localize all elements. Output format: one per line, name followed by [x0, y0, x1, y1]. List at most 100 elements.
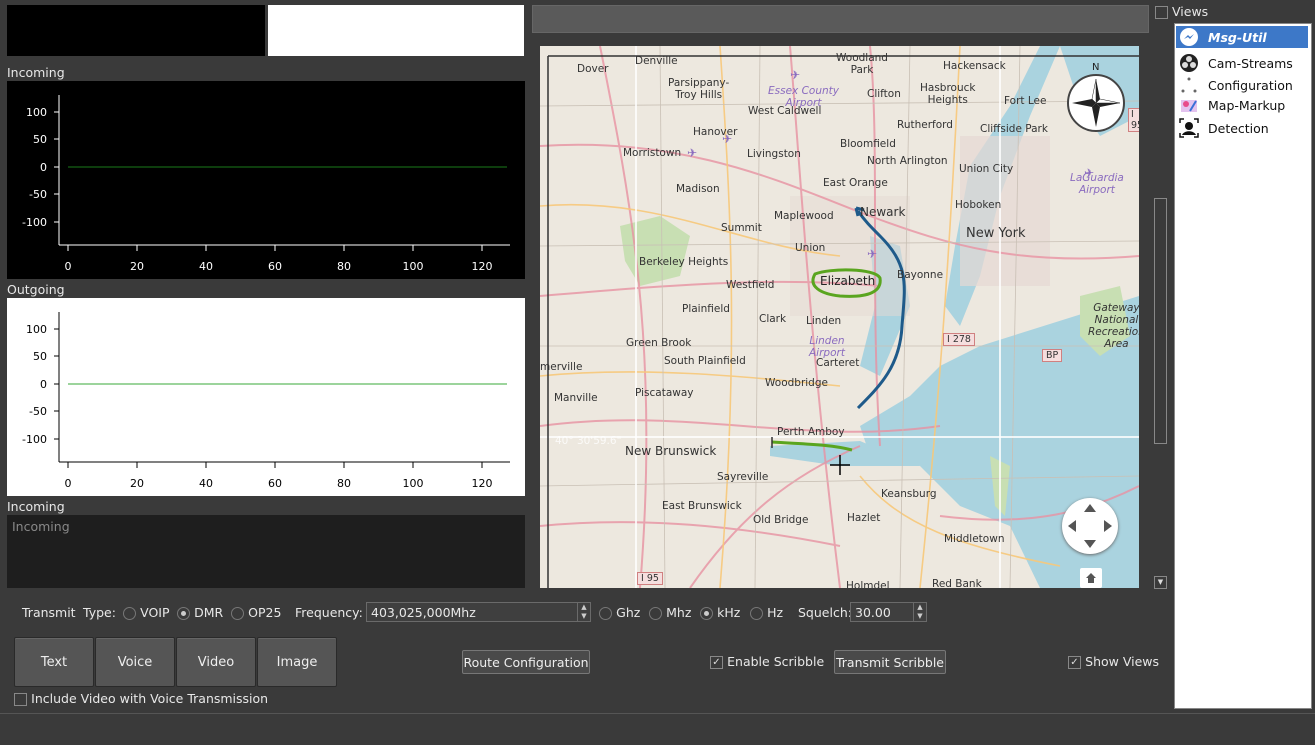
unit-hz-radio[interactable]: Hz	[750, 605, 783, 621]
map-view[interactable]: Denville Dover Parsippany- Troy Hills Es…	[540, 46, 1139, 588]
place-label: Woodbridge	[765, 377, 828, 389]
x-tick: 0	[65, 477, 72, 490]
incoming-x-ticks: 0 20 40 60 80 100 120	[65, 260, 493, 273]
unit-ghz-radio[interactable]: Ghz	[599, 605, 640, 621]
type-voip-label: VOIP	[140, 605, 170, 620]
views-item-cam-streams[interactable]: Cam-Streams	[1176, 52, 1308, 74]
place-label: West Caldwell	[748, 105, 822, 117]
place-label: Union City	[959, 163, 1014, 175]
spin-arrows-icon[interactable]: ▲ ▼	[913, 603, 926, 621]
place-label: Westfield	[726, 279, 775, 291]
airport-icon: ✈	[687, 146, 698, 160]
home-button[interactable]	[1080, 568, 1102, 588]
outgoing-y-ticks: 100 50 0 -50 -100	[22, 323, 47, 446]
place-label: Maplewood	[774, 210, 834, 222]
type-dmr-radio[interactable]: DMR	[177, 605, 223, 621]
dots-icon	[1178, 74, 1200, 96]
place-label: Middletown	[944, 533, 1005, 545]
unit-khz-radio[interactable]: kHz	[700, 605, 740, 621]
views-item-msg-util[interactable]: Msg-Util	[1176, 26, 1308, 48]
transmit-scribble-button[interactable]: Transmit Scribble	[834, 650, 946, 674]
pan-arrows-icon	[1068, 504, 1112, 548]
scroll-down-button[interactable]: ▼	[1154, 576, 1167, 589]
x-tick: 80	[337, 477, 351, 490]
top-black-panel	[7, 5, 265, 56]
airport-icon: ✈	[722, 132, 733, 146]
image-button[interactable]: Image	[257, 637, 337, 687]
views-toggle-checkbox[interactable]	[1155, 6, 1168, 19]
pan-control[interactable]	[1062, 498, 1118, 554]
place-label: Cliffside Park	[980, 123, 1048, 135]
incoming-text-area[interactable]: Incoming	[7, 515, 525, 588]
airport-icon: ✈	[1084, 166, 1095, 180]
y-tick: 100	[26, 323, 47, 336]
place-label: Red Bank	[932, 578, 982, 588]
airport-icon: ✈	[867, 247, 878, 261]
views-title: Views	[1172, 4, 1209, 19]
place-label: Hasbrouck Heights	[920, 82, 976, 106]
x-tick: 60	[268, 260, 282, 273]
highway-shield: I 95	[637, 572, 663, 585]
place-label: Livingston	[747, 148, 801, 160]
y-tick: -50	[29, 405, 47, 418]
place-label: Union	[795, 242, 826, 254]
place-label: Fort Lee	[1004, 95, 1047, 107]
views-item-configuration[interactable]: Configuration	[1176, 74, 1308, 96]
place-label: LaGuardia Airport	[1070, 172, 1124, 196]
incoming-y-ticks: 100 50 0 -50 -100	[22, 106, 47, 229]
spin-arrows-icon[interactable]: ▲ ▼	[577, 603, 590, 621]
place-label: Denville	[635, 55, 678, 67]
map-scrollbar[interactable]	[1154, 198, 1167, 444]
compass-rose[interactable]	[1067, 74, 1125, 132]
map-toolbar	[532, 5, 1149, 33]
incoming-plot-svg: 100 50 0 -50 -100 0 20 40 60 80 100 120	[22, 95, 510, 273]
text-button[interactable]: Text	[14, 637, 94, 687]
unit-mhz-radio[interactable]: Mhz	[649, 605, 691, 621]
views-item-detection[interactable]: Detection	[1176, 117, 1308, 139]
place-label: Woodland Park	[836, 52, 888, 76]
home-icon	[1086, 573, 1096, 583]
type-label: Type:	[83, 605, 116, 620]
place-label: merville	[540, 361, 583, 373]
views-item-label: Msg-Util	[1208, 29, 1267, 45]
route-configuration-button[interactable]: Route Configuration	[462, 650, 590, 674]
outgoing-plot-label: Outgoing	[7, 282, 65, 297]
views-item-map-markup[interactable]: Map-Markup	[1176, 94, 1308, 116]
place-label: Elizabeth	[820, 274, 876, 288]
place-label: New York	[966, 226, 1026, 241]
unit-hz-label: Hz	[767, 605, 784, 620]
frequency-label: Frequency:	[295, 605, 363, 620]
place-label: Piscataway	[635, 387, 694, 399]
highway-shield: I 95	[1128, 108, 1139, 132]
type-op25-radio[interactable]: OP25	[231, 605, 281, 621]
place-label: Berkeley Heights	[639, 256, 729, 268]
place-label: Clifton	[867, 88, 901, 100]
place-label: Newark	[860, 205, 906, 219]
map-markup-icon	[1178, 94, 1200, 116]
place-label: Hackensack	[943, 60, 1006, 72]
squelch-spinbox[interactable]: 30.00 ▲ ▼	[850, 602, 927, 622]
enable-scribble-checkbox[interactable]: ✓ Enable Scribble	[710, 654, 824, 670]
place-label: Bloomfield	[840, 138, 896, 150]
y-tick: 50	[33, 350, 47, 363]
include-video-checkbox[interactable]: Include Video with Voice Transmission	[14, 691, 268, 707]
place-label: Sayreville	[717, 471, 769, 483]
frequency-spinbox[interactable]: 403,025,000Mhz ▲ ▼	[366, 602, 591, 622]
include-video-label: Include Video with Voice Transmission	[31, 691, 269, 706]
x-tick: 60	[268, 477, 282, 490]
squelch-value: 30.00	[855, 605, 891, 620]
top-white-panel	[268, 5, 524, 56]
airport-icon: ✈	[790, 68, 801, 82]
x-tick: 0	[65, 260, 72, 273]
voice-button[interactable]: Voice	[95, 637, 175, 687]
x-tick: 20	[130, 477, 144, 490]
place-label: Linden	[806, 315, 842, 327]
type-voip-radio[interactable]: VOIP	[123, 605, 170, 621]
place-label: Linden Airport	[809, 335, 845, 359]
place-label: North Arlington	[867, 155, 948, 167]
video-button[interactable]: Video	[176, 637, 256, 687]
place-label: Plainfield	[682, 303, 730, 315]
y-tick: -100	[22, 216, 47, 229]
place-label: Dover	[577, 63, 609, 75]
show-views-checkbox[interactable]: ✓ Show Views	[1068, 654, 1159, 670]
